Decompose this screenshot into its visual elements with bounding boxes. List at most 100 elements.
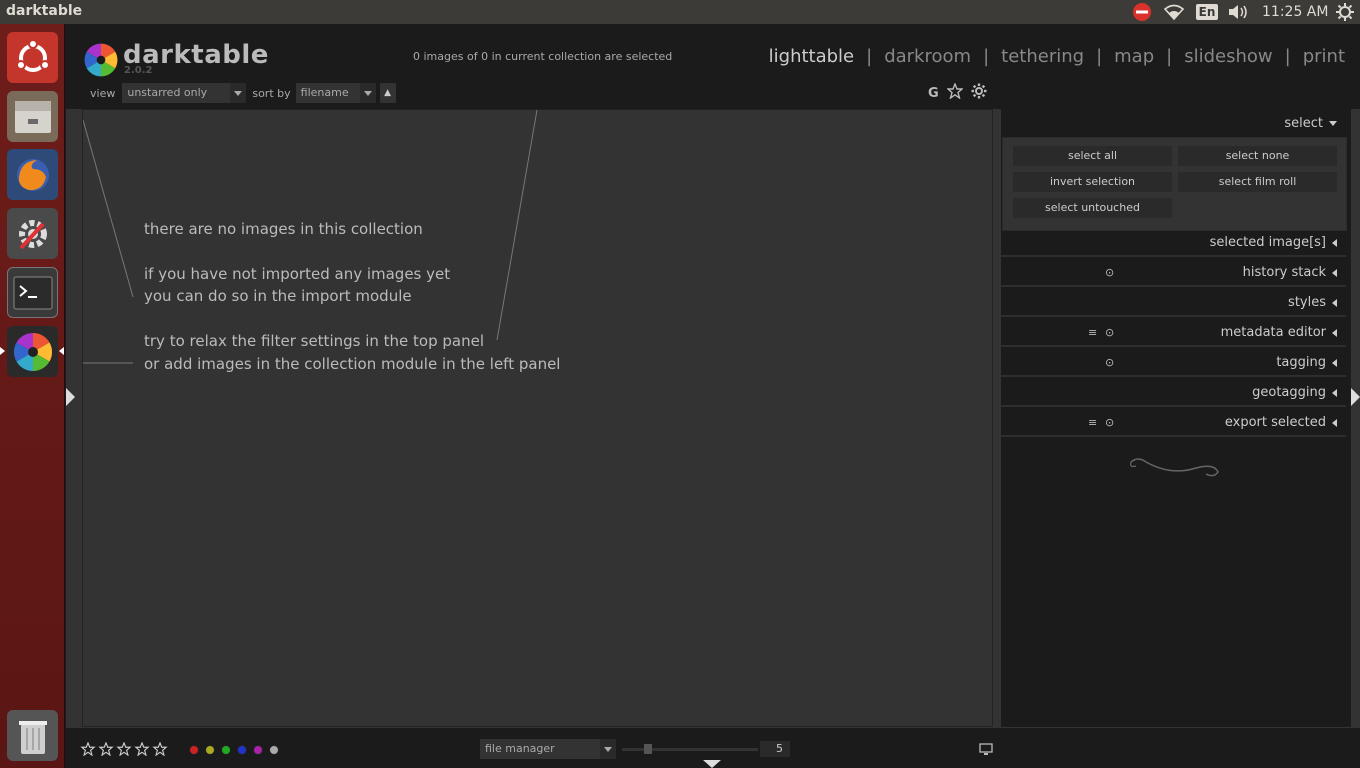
color-label-red[interactable] bbox=[189, 745, 199, 755]
collapsed-arrow-icon bbox=[1332, 268, 1337, 277]
presets-menu-icon[interactable]: ≡ bbox=[1088, 416, 1097, 429]
clock[interactable]: 11:25 AM bbox=[1262, 4, 1328, 20]
view-filter-label: view bbox=[90, 86, 116, 100]
view-map[interactable]: map bbox=[1114, 46, 1154, 67]
preferences-gear-icon[interactable] bbox=[971, 83, 987, 103]
select-untouched-button[interactable]: select untouched bbox=[1013, 198, 1172, 218]
zoom-slider-handle[interactable] bbox=[644, 744, 652, 754]
star-rating-filter bbox=[80, 742, 168, 756]
expanded-arrow-icon bbox=[1329, 121, 1337, 126]
select-none-button[interactable]: select none bbox=[1178, 146, 1337, 166]
view-darkroom[interactable]: darkroom bbox=[884, 46, 971, 67]
sort-label: sort by bbox=[252, 86, 291, 100]
darktable-logo-icon bbox=[82, 41, 120, 83]
geotagging-module-header[interactable]: geotagging bbox=[1252, 385, 1337, 400]
reset-icon[interactable]: ⊙ bbox=[1105, 326, 1114, 339]
select-module-title: select bbox=[1284, 116, 1323, 131]
bottom-panel-toggle-icon[interactable] bbox=[703, 760, 721, 768]
active-app-arrow-icon bbox=[0, 347, 5, 355]
lighttable-center-area[interactable]: there are no images in this collection i… bbox=[82, 109, 993, 727]
module-divider bbox=[1001, 315, 1346, 317]
view-separator: | bbox=[983, 46, 990, 67]
view-separator: | bbox=[1166, 46, 1173, 67]
app-version: 2.0.2 bbox=[124, 65, 153, 76]
metadata-editor-module-header[interactable]: metadata editor bbox=[1221, 325, 1337, 340]
view-filter-value: unstarred only bbox=[127, 86, 208, 99]
color-label-green[interactable] bbox=[221, 745, 231, 755]
color-label-blue[interactable] bbox=[237, 745, 247, 755]
reset-icon[interactable]: ⊙ bbox=[1105, 356, 1114, 369]
selected-images-module-header[interactable]: selected image[s] bbox=[1210, 235, 1337, 250]
trash-icon[interactable] bbox=[7, 710, 58, 761]
chevron-down-icon bbox=[600, 739, 616, 759]
sort-direction-button[interactable]: ▲ bbox=[379, 83, 396, 103]
wifi-icon[interactable] bbox=[1162, 0, 1186, 24]
styles-title: styles bbox=[1288, 295, 1326, 310]
color-label-yellow[interactable] bbox=[205, 745, 215, 755]
import-hint-message: you can do so in the import module bbox=[144, 287, 412, 305]
sort-combo[interactable]: filename bbox=[295, 83, 376, 103]
zoom-slider[interactable] bbox=[622, 744, 758, 754]
view-print[interactable]: print bbox=[1303, 46, 1345, 67]
tagging-title: tagging bbox=[1276, 355, 1326, 370]
system-settings-icon[interactable] bbox=[7, 208, 58, 259]
selection-status: 0 images of 0 in current collection are … bbox=[413, 50, 673, 63]
select-film-roll-button[interactable]: select film roll bbox=[1178, 172, 1337, 192]
terminal-icon[interactable] bbox=[7, 267, 58, 318]
styles-module-header[interactable]: styles bbox=[1288, 295, 1337, 310]
module-divider bbox=[1001, 285, 1346, 287]
decorative-lines bbox=[83, 110, 538, 364]
darktable-window: darktable 2.0.2 0 images of 0 in current… bbox=[66, 24, 1360, 768]
header-panel: darktable 2.0.2 0 images of 0 in current… bbox=[66, 24, 1360, 109]
right-panel-toggle-icon[interactable] bbox=[1351, 388, 1360, 406]
darktable-launcher-icon[interactable] bbox=[7, 326, 58, 377]
ubuntu-dash-icon[interactable] bbox=[7, 32, 58, 83]
import-hint-message: if you have not imported any images yet bbox=[144, 265, 451, 283]
geotagging-title: geotagging bbox=[1252, 385, 1326, 400]
view-tethering[interactable]: tethering bbox=[1001, 46, 1084, 67]
select-module-header[interactable]: select bbox=[1284, 116, 1337, 131]
volume-icon[interactable] bbox=[1226, 0, 1250, 24]
power-gear-icon[interactable] bbox=[1334, 0, 1356, 24]
collection-hint-message: or add images in the collection module i… bbox=[144, 355, 561, 373]
star-icon[interactable] bbox=[152, 742, 168, 756]
star-icon[interactable] bbox=[116, 742, 132, 756]
zoom-value: 5 bbox=[776, 742, 783, 755]
chevron-down-icon bbox=[359, 83, 376, 103]
layout-combo[interactable]: file manager bbox=[480, 739, 616, 759]
select-module-body: select all select none invert selection … bbox=[1002, 137, 1347, 231]
star-icon[interactable] bbox=[80, 742, 96, 756]
files-icon[interactable] bbox=[7, 91, 58, 142]
view-slideshow[interactable]: slideshow bbox=[1184, 46, 1272, 67]
star-overlay-icon[interactable] bbox=[945, 82, 964, 103]
notification-blocked-icon[interactable] bbox=[1130, 0, 1154, 24]
tagging-module-header[interactable]: tagging bbox=[1276, 355, 1337, 370]
zoom-value-entry[interactable]: 5 bbox=[760, 741, 790, 757]
view-lighttable[interactable]: lighttable bbox=[769, 46, 854, 67]
color-label-purple[interactable] bbox=[253, 745, 263, 755]
firefox-icon[interactable] bbox=[7, 149, 58, 200]
collapsed-arrow-icon bbox=[1332, 298, 1337, 307]
invert-selection-button[interactable]: invert selection bbox=[1013, 172, 1172, 192]
metadata-editor-title: metadata editor bbox=[1220, 325, 1326, 340]
select-all-button[interactable]: select all bbox=[1013, 146, 1172, 166]
header-icon-group: G bbox=[928, 82, 987, 103]
reset-icon[interactable]: ⊙ bbox=[1105, 416, 1114, 429]
view-separator: | bbox=[1284, 46, 1291, 67]
collapsed-arrow-icon bbox=[1332, 328, 1337, 337]
history-stack-module-header[interactable]: history stack bbox=[1243, 265, 1337, 280]
view-separator: | bbox=[866, 46, 873, 67]
star-icon[interactable] bbox=[98, 742, 114, 756]
left-panel-toggle-icon[interactable] bbox=[66, 388, 75, 406]
reset-icon[interactable]: ⊙ bbox=[1105, 266, 1114, 279]
grouping-icon[interactable]: G bbox=[928, 86, 939, 101]
export-selected-module-header[interactable]: export selected bbox=[1225, 415, 1337, 430]
keyboard-layout-indicator[interactable]: En bbox=[1195, 0, 1219, 24]
module-divider bbox=[1001, 345, 1346, 347]
presets-menu-icon[interactable]: ≡ bbox=[1088, 326, 1097, 339]
color-label-gray[interactable] bbox=[269, 745, 279, 755]
focused-app-arrow-icon bbox=[59, 347, 64, 355]
view-filter-combo[interactable]: unstarred only bbox=[122, 83, 247, 103]
star-icon[interactable] bbox=[134, 742, 150, 756]
monitor-icon[interactable] bbox=[979, 743, 993, 756]
